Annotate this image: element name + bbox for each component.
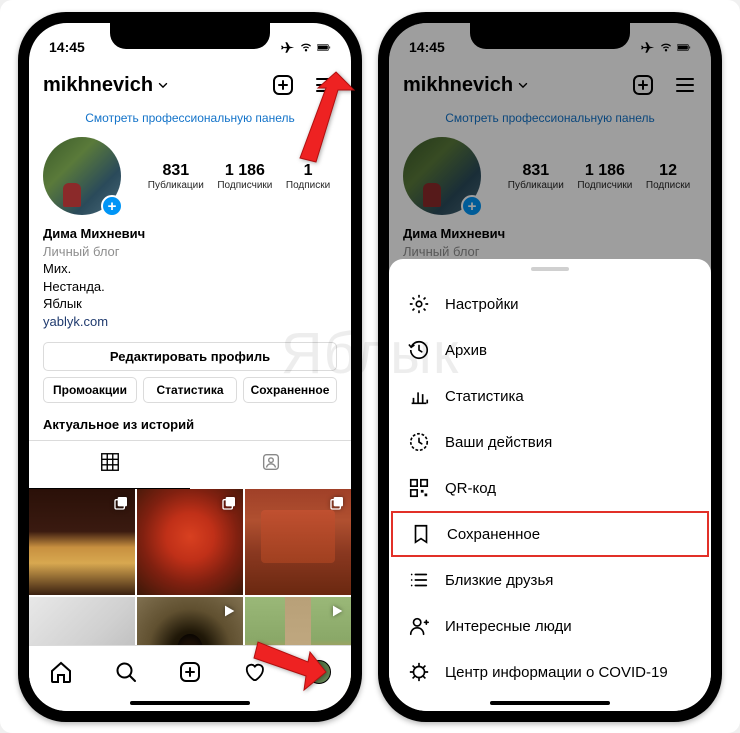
- virus-icon: [407, 661, 431, 683]
- stat-followers-value: 1 186: [217, 162, 272, 180]
- airplane-icon: [281, 42, 295, 53]
- tab-tagged[interactable]: [190, 441, 351, 489]
- avatar-wrap[interactable]: +: [43, 137, 121, 215]
- menu-label: Архив: [445, 342, 487, 359]
- bio-line2: Нестанда.: [43, 278, 337, 296]
- bio-website[interactable]: yablyk.com: [43, 313, 337, 331]
- stat-followers[interactable]: 1 186 Подписчики: [217, 162, 272, 191]
- grid-icon: [99, 451, 121, 473]
- menu-close-friends[interactable]: Близкие друзья: [389, 557, 711, 603]
- saved-button[interactable]: Сохраненное: [243, 377, 337, 403]
- menu-label: Настройки: [445, 296, 519, 313]
- person-plus-icon: [407, 615, 431, 637]
- menu-settings[interactable]: Настройки: [389, 281, 711, 327]
- sheet-handle[interactable]: [531, 267, 569, 271]
- clock-icon: [407, 431, 431, 453]
- chart-icon: [407, 385, 431, 407]
- nav-create[interactable]: [177, 660, 203, 684]
- annotation-arrow-top: [288, 70, 358, 175]
- bio-line1: Мих.: [43, 260, 337, 278]
- search-icon: [114, 660, 138, 684]
- archive-icon: [407, 339, 431, 361]
- menu-covid[interactable]: Центр информации о COVID-19: [389, 649, 711, 695]
- carousel-icon: [221, 495, 237, 516]
- username-dropdown[interactable]: mikhnevich: [43, 74, 170, 97]
- phone-frame-right: 14:45 mikhnevich: [378, 12, 722, 722]
- menu-archive[interactable]: Архив: [389, 327, 711, 373]
- menu-label: Статистика: [445, 388, 524, 405]
- bio-category: Личный блог: [43, 243, 337, 261]
- stat-posts-label: Публикации: [148, 180, 204, 191]
- menu-label: Близкие друзья: [445, 572, 553, 589]
- add-story-badge[interactable]: +: [101, 195, 123, 217]
- nav-search[interactable]: [113, 660, 139, 684]
- menu-label: Сохраненное: [447, 526, 540, 543]
- menu-discover[interactable]: Интересные люди: [389, 603, 711, 649]
- stat-posts[interactable]: 831 Публикации: [148, 162, 204, 191]
- menu-sheet: Настройки Архив Статистика Ваши действия…: [389, 259, 711, 711]
- username-text: mikhnevich: [43, 74, 153, 97]
- annotation-arrow-bottom: [248, 628, 338, 703]
- screen-right: 14:45 mikhnevich: [389, 23, 711, 711]
- plus-square-icon: [178, 660, 202, 684]
- stat-posts-value: 831: [148, 162, 204, 180]
- bio-name: Дима Михневич: [43, 225, 337, 243]
- notch: [110, 23, 270, 49]
- bio-section: Дима Михневич Личный блог Мих. Нестанда.…: [29, 219, 351, 332]
- menu-label: Интересные люди: [445, 618, 572, 635]
- gear-icon: [407, 293, 431, 315]
- home-icon: [49, 660, 73, 684]
- promo-button[interactable]: Промоакции: [43, 377, 137, 403]
- battery-icon: [317, 42, 331, 53]
- home-indicator: [490, 701, 610, 705]
- status-icons: [281, 42, 331, 53]
- nav-home[interactable]: [48, 660, 74, 684]
- tagged-icon: [260, 451, 282, 473]
- bookmark-icon: [409, 523, 433, 545]
- menu-qr[interactable]: QR-код: [389, 465, 711, 511]
- video-icon: [221, 603, 237, 624]
- menu-label: QR-код: [445, 480, 496, 497]
- chevron-down-icon: [156, 78, 170, 92]
- stat-followers-label: Подписчики: [217, 180, 272, 191]
- menu-stats[interactable]: Статистика: [389, 373, 711, 419]
- post-thumbnail[interactable]: [137, 489, 243, 595]
- list-icon: [407, 569, 431, 591]
- home-indicator: [130, 701, 250, 705]
- post-thumbnail[interactable]: [245, 489, 351, 595]
- wifi-icon: [299, 42, 313, 53]
- notch: [470, 23, 630, 49]
- profile-tabs: [29, 440, 351, 489]
- menu-label: Ваши действия: [445, 434, 552, 451]
- menu-saved[interactable]: Сохраненное: [391, 511, 709, 557]
- dim-overlay[interactable]: [389, 23, 711, 280]
- status-time: 14:45: [49, 39, 85, 55]
- bio-line3: Яблык: [43, 295, 337, 313]
- stats-button[interactable]: Статистика: [143, 377, 237, 403]
- menu-label: Центр информации о COVID-19: [445, 664, 668, 681]
- carousel-icon: [329, 495, 345, 516]
- post-thumbnail[interactable]: [29, 489, 135, 595]
- menu-activity[interactable]: Ваши действия: [389, 419, 711, 465]
- video-icon: [329, 603, 345, 624]
- qr-icon: [407, 477, 431, 499]
- highlights-title: Актуальное из историй: [29, 413, 351, 440]
- carousel-icon: [113, 495, 129, 516]
- edit-profile-button[interactable]: Редактировать профиль: [43, 342, 337, 371]
- tab-grid[interactable]: [29, 441, 190, 489]
- stat-following-label: Подписки: [286, 180, 330, 191]
